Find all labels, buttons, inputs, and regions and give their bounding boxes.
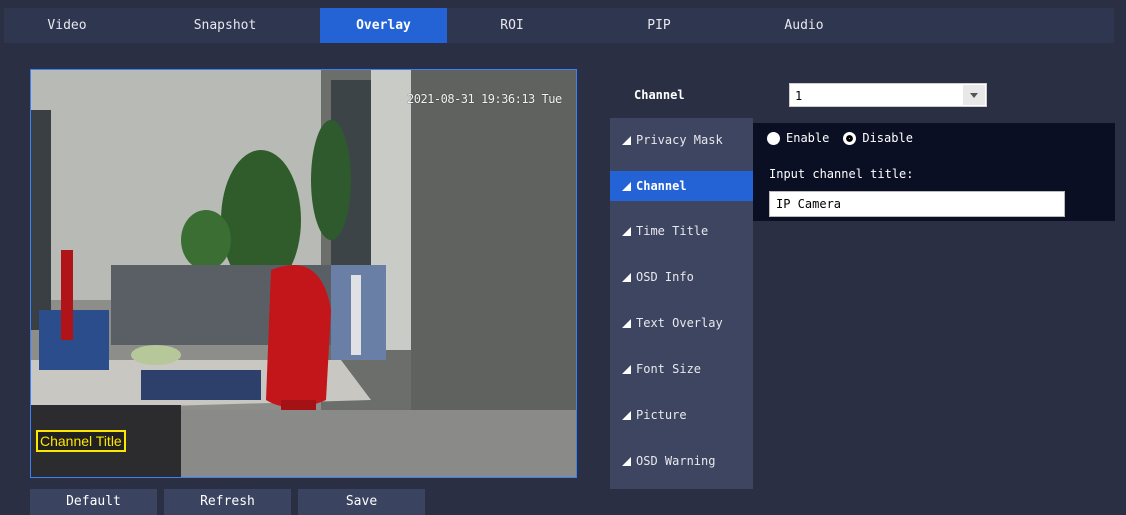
channel-label: Channel <box>634 88 685 102</box>
triangle-icon <box>622 273 631 282</box>
channel-settings-panel: Enable Disable Input channel title: <box>753 123 1115 221</box>
menu-item-osd-warning[interactable]: OSD Warning <box>610 446 753 476</box>
tab-video[interactable]: Video <box>4 8 130 43</box>
triangle-icon <box>622 411 631 420</box>
triangle-icon <box>622 136 631 145</box>
overlay-side-menu: Privacy Mask Channel Time Title OSD Info… <box>610 118 753 489</box>
triangle-icon <box>622 227 631 236</box>
enable-radio-group: Enable Disable <box>767 131 927 145</box>
menu-item-picture[interactable]: Picture <box>610 400 753 430</box>
tab-snapshot[interactable]: Snapshot <box>130 8 320 43</box>
menu-item-osd-info[interactable]: OSD Info <box>610 262 753 292</box>
channel-title-input-label: Input channel title: <box>769 167 914 181</box>
channel-select[interactable]: 1 <box>789 83 987 107</box>
menu-item-time-title[interactable]: Time Title <box>610 216 753 246</box>
camera-scene-image <box>31 70 576 477</box>
channel-title-input[interactable] <box>769 191 1065 217</box>
disable-radio[interactable] <box>843 131 857 145</box>
tab-pip[interactable]: PIP <box>577 8 741 43</box>
menu-item-privacy-mask[interactable]: Privacy Mask <box>610 125 753 155</box>
tab-audio[interactable]: Audio <box>741 8 867 43</box>
menu-item-text-overlay[interactable]: Text Overlay <box>610 308 753 338</box>
save-button[interactable]: Save <box>298 489 425 515</box>
tab-overlay[interactable]: Overlay <box>320 8 447 43</box>
camera-preview[interactable]: 2021-08-31 19:36:13 Tue Channel Title <box>30 69 577 478</box>
disable-radio-label: Disable <box>862 131 913 145</box>
triangle-icon <box>622 319 631 328</box>
menu-item-font-size[interactable]: Font Size <box>610 354 753 384</box>
triangle-icon <box>622 182 631 191</box>
triangle-icon <box>622 457 631 466</box>
tab-roi[interactable]: ROI <box>447 8 577 43</box>
enable-radio[interactable] <box>767 131 780 145</box>
chevron-down-icon[interactable] <box>963 85 985 105</box>
triangle-icon <box>622 365 631 374</box>
top-tab-bar: Video Snapshot Overlay ROI PIP Audio <box>4 8 1114 43</box>
enable-radio-label: Enable <box>786 131 830 145</box>
channel-title-overlay[interactable]: Channel Title <box>36 430 126 452</box>
channel-select-value: 1 <box>795 89 803 103</box>
preview-timestamp: 2021-08-31 19:36:13 Tue <box>407 92 562 106</box>
default-button[interactable]: Default <box>30 489 157 515</box>
refresh-button[interactable]: Refresh <box>164 489 291 515</box>
menu-item-channel[interactable]: Channel <box>610 171 753 201</box>
